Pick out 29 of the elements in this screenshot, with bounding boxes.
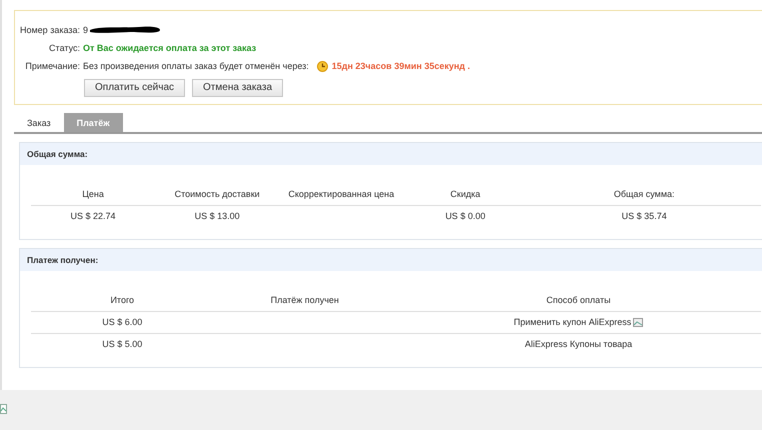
column-header: Платёж получен [214, 283, 396, 312]
column-header: Скидка [403, 177, 528, 206]
field-label: Статус: [48, 43, 80, 53]
table-cell: US $ 35.74 [622, 211, 667, 221]
column-header: Стоимость доставки [155, 177, 280, 206]
table-cell: US $ 13.00 [194, 211, 240, 221]
column-header: Скорректированная цена [279, 177, 404, 206]
order-number: 9 [83, 25, 88, 35]
note-text: Без произведения оплаты заказ будет отменён через: [83, 61, 309, 71]
column-header: Способ оплаты [396, 283, 761, 312]
table-cell: AliExpress Купоны товара [524, 339, 632, 350]
section-header: Общая сумма: [20, 143, 762, 165]
section-header: Платеж получен: [20, 249, 762, 271]
table-cell: US $ 5.00 [102, 339, 142, 350]
clock-icon [316, 60, 328, 72]
column-header: Итого [31, 283, 214, 312]
table-cell: US $ 0.00 [445, 211, 486, 221]
table-cell: Применить купон AliExpress [514, 317, 632, 327]
action-button[interactable]: Оплатить сейчас [84, 79, 186, 97]
action-button[interactable]: Отмена заказа [192, 79, 284, 97]
countdown-text: 15дн 23часов 39мин 35секунд . [332, 61, 470, 71]
field-label: Примечание: [24, 61, 80, 71]
table-cell: US $ 6.00 [102, 317, 142, 328]
column-header: Цена [31, 177, 156, 206]
field-label: Номер заказа: [18, 25, 80, 35]
broken-image-icon [0, 404, 7, 414]
column-header: Общая сумма: [527, 177, 761, 206]
status-text: От Вас ожидается оплата за этот заказ [83, 43, 256, 53]
table-cell: US $ 22.74 [70, 211, 116, 221]
